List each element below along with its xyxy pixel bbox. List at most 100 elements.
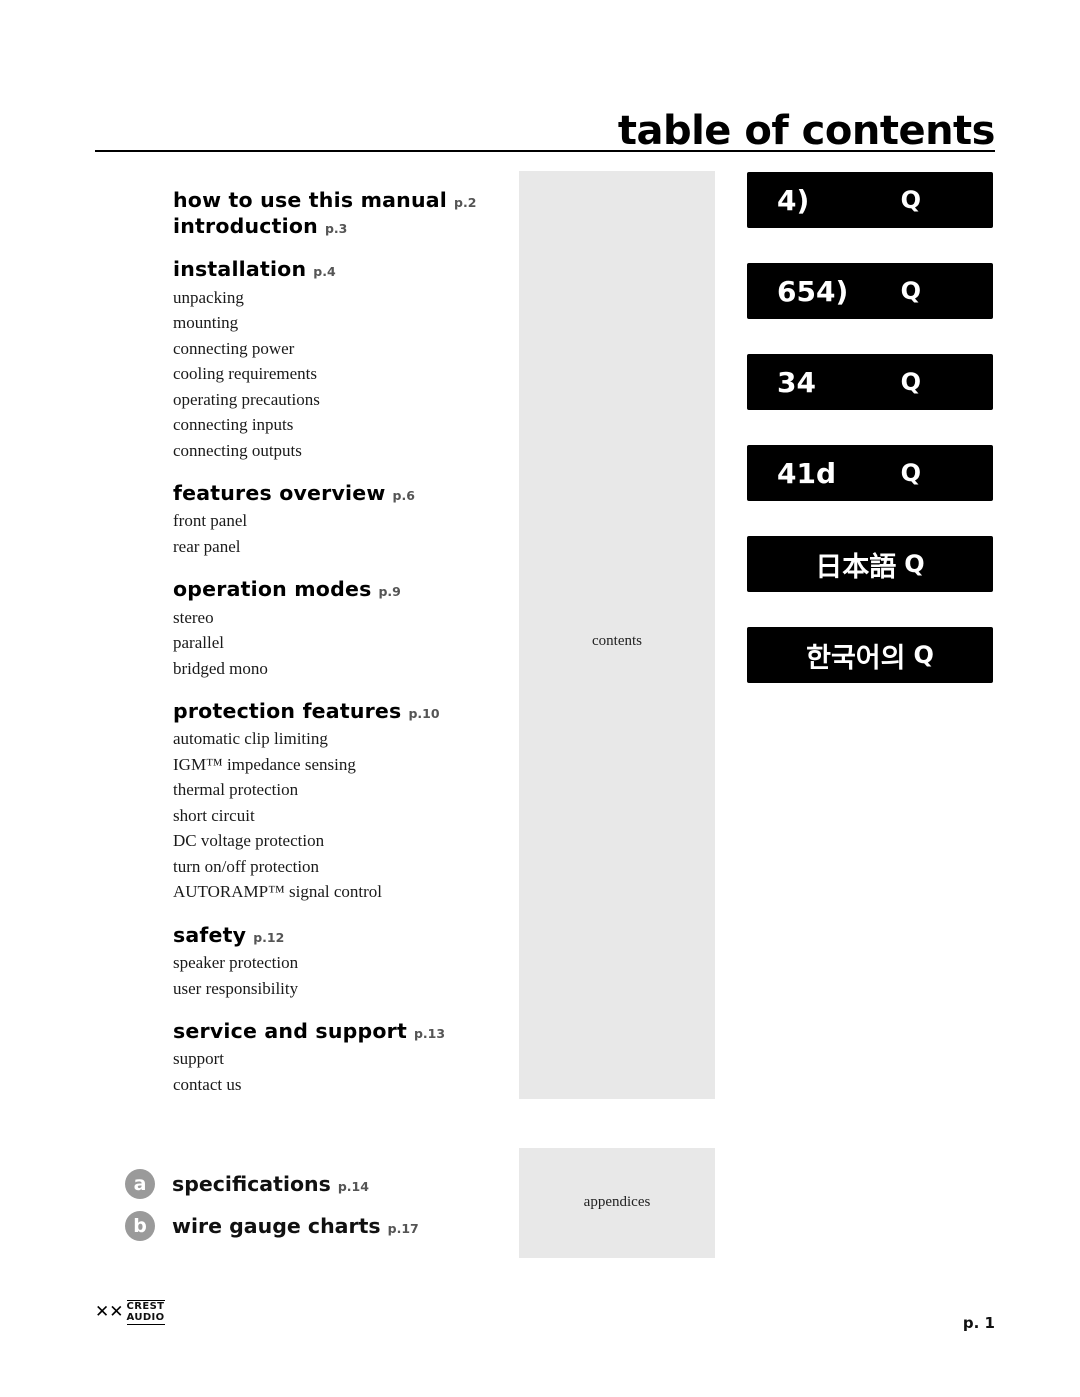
toc-subitem[interactable]: front panel <box>173 508 503 534</box>
language-name: 41d <box>777 456 837 490</box>
toc-subitem[interactable]: speaker protection <box>173 950 503 976</box>
brand-logo-text: CREST AUDIO <box>126 1300 165 1325</box>
toc-heading[interactable]: how to use this manual p.2 <box>173 187 503 213</box>
toc-group: introduction p.3 <box>173 213 503 239</box>
language-button[interactable]: 41d Q <box>747 445 993 501</box>
crest-logo-icon: ✕✕ <box>95 1302 124 1322</box>
toc-group: safety p.12 speaker protection user respons… <box>173 922 503 1001</box>
toc-group: how to use this manual p.2 <box>173 187 503 213</box>
toc-heading[interactable]: safety p.12 <box>173 922 503 948</box>
toc-group: operation modes p.9 stereo parallel bridged … <box>173 576 503 681</box>
toc-heading[interactable]: introduction p.3 <box>173 213 503 239</box>
toc-subitem[interactable]: automatic clip limiting <box>173 726 503 752</box>
toc-subitem[interactable]: support <box>173 1046 503 1072</box>
toc-subitem-list: automatic clip limiting IGM™ impedance se… <box>173 726 503 905</box>
toc-subitem-list: unpacking mounting connecting power cooling… <box>173 285 503 464</box>
language-marker: Q <box>900 368 921 396</box>
appendices-section-panel: appendices <box>519 1148 715 1258</box>
page-title: table of contents <box>617 108 996 154</box>
toc-heading-page: p.3 <box>324 221 348 237</box>
toc-heading[interactable]: installation p.4 <box>173 256 503 282</box>
toc-subitem[interactable]: rear panel <box>173 534 503 560</box>
appendix-label: specifications <box>172 1172 331 1196</box>
language-name: 한국어의 <box>806 642 906 674</box>
toc-subitem[interactable]: thermal protection <box>173 777 503 803</box>
toc-heading-label: introduction <box>173 214 318 239</box>
language-marker: Q <box>900 277 921 305</box>
contents-section-label: contents <box>592 633 642 649</box>
toc-subitem[interactable]: cooling requirements <box>173 361 503 387</box>
language-marker: Q <box>913 641 934 669</box>
language-name: 654) <box>777 274 849 308</box>
contents-section-panel: contents <box>519 171 715 1099</box>
toc-subitem[interactable]: DC voltage protection <box>173 828 503 854</box>
toc-subitem-list: stereo parallel bridged mono <box>173 605 503 682</box>
toc-heading-label: features overview <box>173 481 386 506</box>
toc-heading[interactable]: protection features p.10 <box>173 698 503 724</box>
toc-heading-label: protection features <box>173 699 402 724</box>
toc-heading-label: operation modes <box>173 577 372 602</box>
toc-subitem[interactable]: connecting inputs <box>173 412 503 438</box>
appendix-label-wrap: specifications p.14 <box>172 1172 369 1196</box>
language-button[interactable]: 4) Q <box>747 172 993 228</box>
toc-group: service and support p.13 support contact us <box>173 1018 503 1097</box>
toc-heading-page: p.2 <box>454 195 477 210</box>
toc-subitem[interactable]: contact us <box>173 1072 503 1098</box>
appendices-section-label: appendices <box>583 1194 651 1210</box>
toc-heading[interactable]: operation modes p.9 <box>173 576 503 602</box>
language-name: 日本語 <box>815 551 897 583</box>
toc-subitem[interactable]: connecting outputs <box>173 438 503 464</box>
appendix-page: p.17 <box>387 1221 419 1236</box>
appendices-list: a specifications p.14 b wire gauge charts p.1… <box>125 1163 525 1247</box>
brand-logo-line1: CREST <box>126 1301 165 1312</box>
toc-subitem-list: support contact us <box>173 1046 503 1097</box>
appendix-item[interactable]: b wire gauge charts p.17 <box>125 1205 525 1247</box>
language-marker: Q <box>900 459 921 487</box>
toc-subitem-list: front panel rear panel <box>173 508 503 559</box>
appendix-item[interactable]: a specifications p.14 <box>125 1163 525 1205</box>
toc-heading-page: p.6 <box>392 488 415 504</box>
toc-subitem[interactable]: AUTORAMP™ signal control <box>173 879 503 905</box>
toc-subitem[interactable]: user responsibility <box>173 976 503 1002</box>
language-button[interactable]: 654) Q <box>747 263 993 319</box>
toc-heading-label: installation <box>173 257 307 282</box>
toc-subitem[interactable]: turn on/off protection <box>173 854 503 880</box>
language-marker: Q <box>900 186 921 214</box>
toc-heading[interactable]: features overview p.6 <box>173 480 503 506</box>
header-divider <box>95 150 995 152</box>
toc-heading-label: safety <box>173 922 247 947</box>
toc-subitem[interactable]: stereo <box>173 605 503 631</box>
toc-subitem[interactable]: short circuit <box>173 803 503 829</box>
appendix-label: wire gauge charts <box>172 1214 381 1238</box>
language-button[interactable]: 日本語 Q <box>747 536 993 592</box>
language-marker: Q <box>904 550 925 578</box>
toc-group: protection features p.10 automatic clip li… <box>173 698 503 905</box>
toc-group: features overview p.6 front panel rear pane… <box>173 480 503 559</box>
language-selector-list: 4) Q 654) Q 34 Q 41d Q 日本語 Q 한국어의 Q <box>747 172 993 718</box>
appendix-bullet-badge: a <box>125 1169 155 1199</box>
toc-subitem[interactable]: connecting power <box>173 336 503 362</box>
toc-subitem-list: speaker protection user responsibility <box>173 950 503 1001</box>
language-name: 4) <box>777 183 810 217</box>
toc-group: installation p.4 unpacking mounting connecti… <box>173 256 503 463</box>
toc-subitem[interactable]: bridged mono <box>173 656 503 682</box>
appendix-label-wrap: wire gauge charts p.17 <box>172 1214 419 1238</box>
appendix-bullet-badge: b <box>125 1211 155 1241</box>
toc-heading-label: how to use this manual <box>173 188 448 212</box>
toc-heading-page: p.13 <box>413 1026 446 1042</box>
toc-subitem[interactable]: mounting <box>173 310 503 336</box>
language-name: 34 <box>777 365 816 399</box>
toc-heading-page: p.9 <box>378 584 401 600</box>
toc-subitem[interactable]: IGM™ impedance sensing <box>173 752 503 778</box>
toc-heading-page: p.10 <box>408 706 440 722</box>
toc-heading-page: p.4 <box>313 264 336 280</box>
language-button[interactable]: 34 Q <box>747 354 993 410</box>
toc-subitem[interactable]: operating precautions <box>173 387 503 413</box>
table-of-contents-list: how to use this manual p.2 introduction p.3… <box>173 170 503 1097</box>
toc-heading[interactable]: service and support p.13 <box>173 1018 503 1044</box>
appendix-page: p.14 <box>337 1179 369 1194</box>
toc-heading-page: p.12 <box>253 929 285 945</box>
toc-subitem[interactable]: parallel <box>173 630 503 656</box>
language-button[interactable]: 한국어의 Q <box>747 627 993 683</box>
toc-subitem[interactable]: unpacking <box>173 285 503 311</box>
